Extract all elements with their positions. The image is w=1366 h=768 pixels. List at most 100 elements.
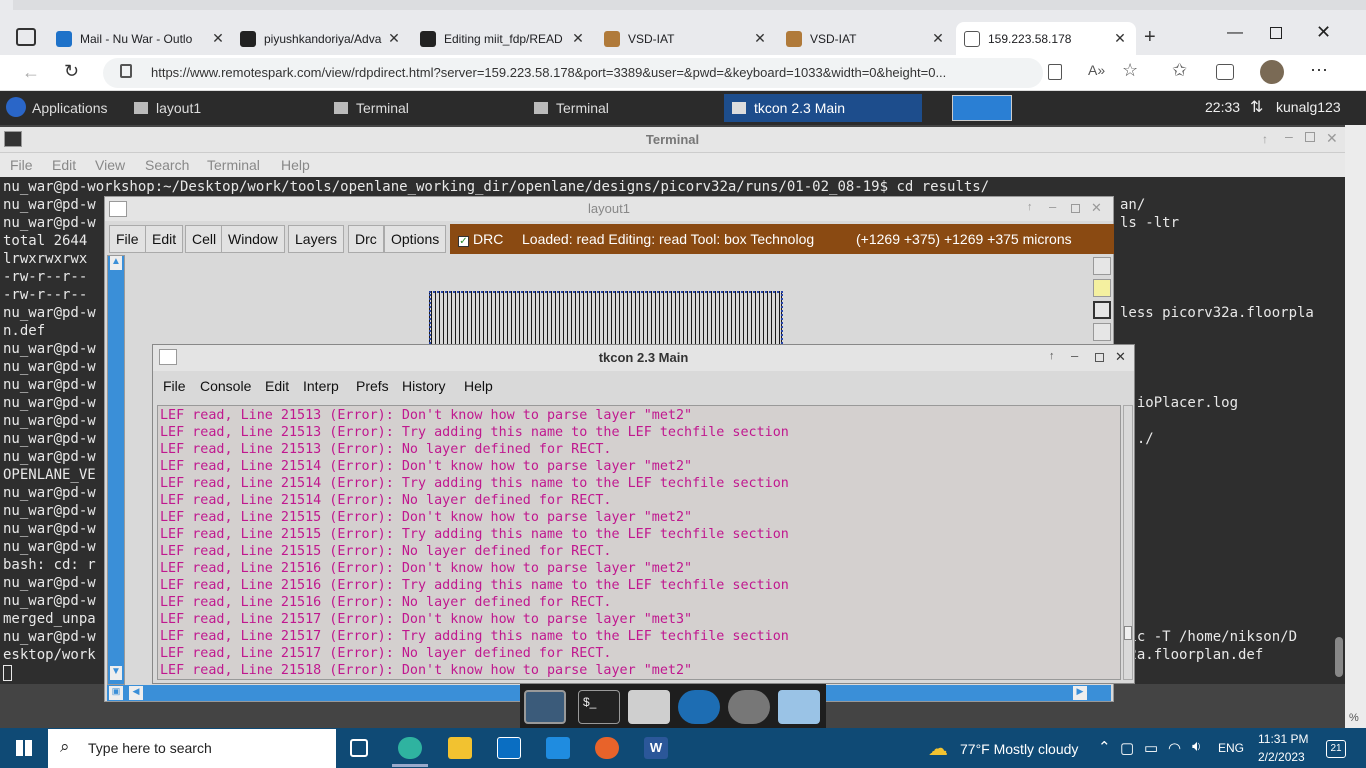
task-terminal-2[interactable]: Terminal bbox=[526, 94, 722, 122]
close-icon[interactable]: ✕ bbox=[1326, 130, 1338, 147]
close-tab-icon[interactable]: ✕ bbox=[570, 30, 586, 47]
search-icon[interactable] bbox=[728, 690, 770, 724]
shade-icon[interactable]: ↑ bbox=[1049, 350, 1055, 362]
weather-icon[interactable]: ☁ bbox=[928, 736, 948, 761]
show-hidden-icons-icon[interactable]: ⌃ bbox=[1098, 738, 1111, 756]
browser-tab[interactable]: 159.223.58.178 ✕ bbox=[956, 22, 1136, 55]
scroll-right-icon[interactable]: ▶ bbox=[1073, 686, 1087, 700]
back-icon[interactable]: ← bbox=[22, 62, 40, 83]
layout-menu-button[interactable]: Drc bbox=[348, 225, 384, 253]
volume-icon[interactable]: 🔉︎ bbox=[1192, 738, 1201, 755]
scroll-up-icon[interactable]: ▲ bbox=[110, 256, 122, 270]
maximize-icon[interactable] bbox=[1270, 27, 1282, 39]
word-icon[interactable]: W bbox=[644, 737, 668, 759]
clock-date[interactable]: 2/2/2023 bbox=[1258, 750, 1305, 764]
minimize-icon[interactable]: – bbox=[1071, 348, 1078, 363]
profile-avatar[interactable] bbox=[1260, 60, 1284, 84]
file-explorer-icon[interactable] bbox=[448, 737, 472, 759]
close-tab-icon[interactable]: ✕ bbox=[210, 30, 226, 47]
add-favorite-icon[interactable]: ☆ bbox=[1122, 60, 1138, 81]
layout-menu-button[interactable]: Options bbox=[384, 225, 447, 253]
browser-tab[interactable]: Editing miit_fdp/READ ✕ bbox=[412, 22, 594, 55]
applications-menu[interactable]: Applications bbox=[24, 94, 124, 122]
clipboard-icon[interactable] bbox=[1048, 64, 1062, 80]
user-name[interactable]: kunalg123 bbox=[1276, 99, 1341, 115]
close-tab-icon[interactable]: ✕ bbox=[752, 30, 768, 47]
tool-frame-icon[interactable] bbox=[1093, 301, 1111, 319]
minimize-icon[interactable]: — bbox=[1227, 24, 1243, 42]
windows-start-icon[interactable] bbox=[16, 740, 32, 756]
tkcon-menu-item[interactable]: History bbox=[402, 378, 446, 394]
refresh-icon[interactable]: ↻ bbox=[64, 61, 79, 82]
terminal-menu-item[interactable]: Help bbox=[281, 157, 310, 173]
tool-paint-icon[interactable] bbox=[1093, 279, 1111, 297]
new-tab-icon[interactable]: + bbox=[1144, 26, 1156, 49]
layout-menu-button[interactable]: Window bbox=[221, 225, 285, 253]
drc-toggle[interactable]: ✓ DRC bbox=[450, 224, 506, 254]
close-icon[interactable]: ✕ bbox=[1115, 349, 1126, 365]
home-folder-icon[interactable] bbox=[628, 690, 670, 724]
workspace-switcher[interactable] bbox=[952, 95, 1012, 121]
terminal-menu-item[interactable]: Terminal bbox=[207, 157, 260, 173]
tkcon-menu-item[interactable]: Console bbox=[200, 378, 251, 394]
mail-icon[interactable] bbox=[546, 737, 570, 759]
scroll-down-icon[interactable]: ▼ bbox=[110, 666, 122, 680]
terminal-menu-item[interactable]: File bbox=[10, 157, 33, 173]
zoom-box-icon[interactable]: ▣ bbox=[109, 686, 123, 700]
network-icon[interactable]: ⇅ bbox=[1250, 97, 1263, 117]
weather-text[interactable]: 77°F Mostly cloudy bbox=[960, 741, 1078, 757]
task-layout1[interactable]: layout1 bbox=[126, 94, 322, 122]
tkcon-menu-item[interactable]: Help bbox=[464, 378, 493, 394]
show-desktop-icon[interactable] bbox=[524, 690, 566, 724]
taskbar-search-box[interactable]: Type here to search bbox=[48, 729, 336, 768]
maximize-icon[interactable] bbox=[1095, 353, 1104, 362]
task-tkcon[interactable]: tkcon 2.3 Main bbox=[724, 94, 922, 122]
tkcon-menu-item[interactable]: Prefs bbox=[356, 378, 389, 394]
window-menu-icon[interactable] bbox=[159, 349, 177, 365]
minimize-icon[interactable]: – bbox=[1285, 128, 1293, 144]
close-tab-icon[interactable]: ✕ bbox=[1112, 30, 1128, 47]
close-tab-icon[interactable]: ✕ bbox=[930, 30, 946, 47]
close-icon[interactable]: ✕ bbox=[1091, 200, 1102, 216]
terminal-scrollbar[interactable] bbox=[1333, 177, 1345, 684]
terminal-menu-item[interactable]: View bbox=[95, 157, 125, 173]
notification-center-icon[interactable]: 21 bbox=[1326, 740, 1346, 758]
layout-menu-button[interactable]: Layers bbox=[288, 225, 345, 253]
terminal-launcher-icon[interactable]: $_ bbox=[578, 690, 620, 724]
close-tab-icon[interactable]: ✕ bbox=[386, 30, 402, 47]
shade-icon[interactable]: ↑ bbox=[1027, 201, 1033, 213]
scroll-thumb[interactable] bbox=[1124, 626, 1132, 640]
task-terminal-1[interactable]: Terminal bbox=[326, 94, 522, 122]
scroll-left-icon[interactable]: ◀ bbox=[129, 686, 143, 700]
folder-icon[interactable] bbox=[778, 690, 820, 724]
scroll-thumb[interactable] bbox=[1335, 637, 1343, 677]
picorv32a-floorplan-view[interactable] bbox=[429, 291, 783, 347]
favorites-icon[interactable]: ✩ bbox=[1172, 60, 1187, 81]
layout-menu-button[interactable]: Cell bbox=[185, 225, 224, 253]
tool-box-icon[interactable] bbox=[1093, 257, 1111, 275]
browser-tab[interactable]: piyushkandoriya/Adva ✕ bbox=[232, 22, 410, 55]
task-view-icon[interactable] bbox=[350, 739, 368, 757]
tool-blank-icon[interactable] bbox=[1093, 323, 1111, 341]
tab-actions-icon[interactable] bbox=[16, 28, 36, 46]
vertical-scrollbar[interactable]: ▲ ▼ bbox=[107, 255, 125, 685]
layout-menu-button[interactable]: Edit bbox=[145, 225, 184, 253]
window-menu-icon[interactable] bbox=[109, 201, 127, 217]
read-aloud-icon[interactable]: A» bbox=[1088, 62, 1105, 78]
collections-icon[interactable] bbox=[1216, 64, 1234, 80]
browser-tab[interactable]: Mail - Nu War - Outlo ✕ bbox=[48, 22, 234, 55]
layout-menu-button[interactable]: File bbox=[109, 225, 146, 253]
browser-tab[interactable]: VSD-IAT ✕ bbox=[778, 22, 954, 55]
language-indicator[interactable]: ENG bbox=[1218, 741, 1244, 755]
terminal-menu-item[interactable]: Edit bbox=[52, 157, 76, 173]
battery-icon[interactable]: ▭ bbox=[1144, 739, 1158, 757]
checkbox-icon[interactable]: ✓ bbox=[458, 236, 469, 247]
more-menu-icon[interactable]: ⋯ bbox=[1310, 60, 1328, 81]
tkcon-menu-item[interactable]: Interp bbox=[303, 378, 339, 394]
edge-icon[interactable] bbox=[398, 737, 422, 759]
tkcon-console[interactable]: LEF read, Line 21513 (Error): Don't know… bbox=[157, 405, 1121, 680]
store-icon[interactable] bbox=[497, 737, 521, 759]
tkcon-scrollbar[interactable] bbox=[1123, 405, 1133, 680]
browser-tab[interactable]: VSD-IAT ✕ bbox=[596, 22, 776, 55]
minimize-icon[interactable]: – bbox=[1049, 199, 1056, 214]
